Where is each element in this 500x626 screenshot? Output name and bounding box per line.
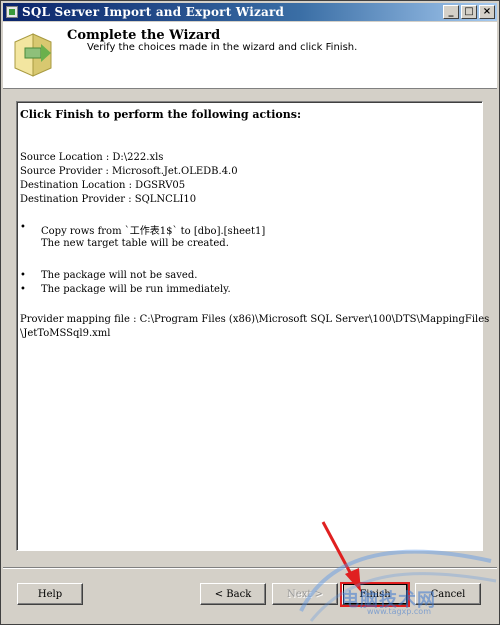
help-button[interactable]: Help: [17, 583, 83, 605]
minimize-button[interactable]: _: [443, 5, 459, 19]
mapping-file-line1: Provider mapping file : C:\Program Files…: [20, 314, 490, 325]
red-arrow-icon: [321, 521, 361, 592]
mapping-file-line2: \JetToMSSql9.xml: [20, 328, 111, 339]
copy-rows-action: Copy rows from `工作表1$` to [dbo].[sheet1]: [41, 226, 266, 237]
help-label: Help: [37, 588, 63, 600]
title-bar[interactable]: SQL Server Import and Export Wizard _ □ …: [3, 3, 497, 21]
destination-location: Destination Location : DGSRV05: [20, 180, 186, 191]
watermark-url: www.tagxp.com: [367, 607, 431, 616]
window-title: SQL Server Import and Export Wizard: [22, 5, 285, 19]
bullet: •: [20, 270, 26, 281]
source-provider: Source Provider : Microsoft.Jet.OLEDB.4.…: [20, 166, 238, 177]
bullet: •: [20, 222, 26, 233]
page-title: Complete the Wizard: [67, 28, 221, 43]
page-subtitle: Verify the choices made in the wizard an…: [87, 42, 358, 53]
maximize-button[interactable]: □: [461, 5, 477, 19]
wizard-icon: [14, 33, 52, 77]
destination-provider: Destination Provider : SQLNCLI10: [20, 194, 197, 205]
app-icon: [6, 6, 18, 18]
copy-rows-note: The new target table will be created.: [41, 238, 229, 249]
package-run-immediately: The package will be run immediately.: [41, 284, 231, 295]
back-button[interactable]: < Back: [200, 583, 266, 605]
wizard-window: SQL Server Import and Export Wizard _ □ …: [0, 0, 500, 625]
bullet: •: [20, 284, 26, 295]
package-not-saved: The package will not be saved.: [41, 270, 198, 281]
source-location: Source Location : D:\222.xls: [20, 152, 164, 163]
footer-divider: [3, 567, 497, 569]
close-button[interactable]: ×: [479, 5, 495, 19]
wizard-header: Complete the Wizard Verify the choices m…: [3, 22, 497, 89]
back-label: < Back: [214, 588, 252, 600]
summary-panel[interactable]: Click Finish to perform the following ac…: [16, 101, 489, 551]
summary-headline: Click Finish to perform the following ac…: [20, 108, 302, 121]
